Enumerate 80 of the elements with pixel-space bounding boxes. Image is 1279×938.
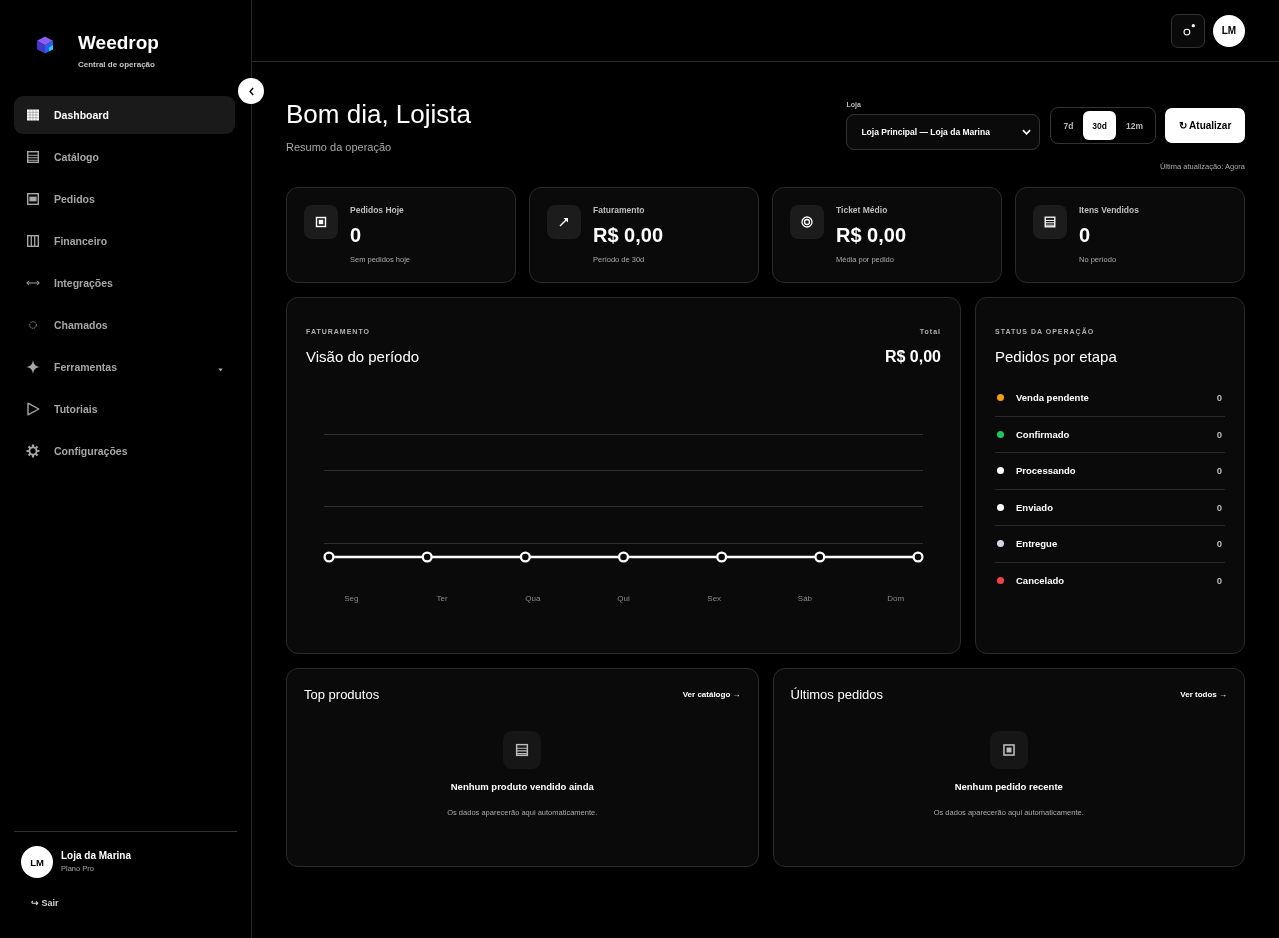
- stage-label: Venda pendente: [1016, 392, 1089, 404]
- caret-icon: [218, 368, 223, 372]
- nav-item[interactable]: Configurações: [14, 432, 235, 470]
- user-name: Loja da Marina: [61, 850, 131, 862]
- stage-count: 0: [1216, 501, 1222, 513]
- nav-item[interactable]: Integrações: [14, 264, 235, 302]
- section-title: Visão do período: [306, 347, 420, 367]
- axis-label: Ter: [435, 594, 449, 604]
- nav-item[interactable]: Ferramentas: [14, 348, 235, 386]
- panel-link[interactable]: Ver todos →: [1180, 689, 1227, 699]
- arrow-up-right-icon: [547, 205, 581, 239]
- stat-label: Faturamento: [593, 205, 645, 216]
- page-subtitle: Resumo da operação: [286, 140, 393, 154]
- stat-label: Ticket Médio: [836, 205, 888, 216]
- stage-count: 0: [1216, 428, 1222, 440]
- grid-icon: [26, 108, 40, 122]
- columns-icon: [26, 234, 40, 248]
- empty-title: Nenhum produto vendido ainda: [450, 781, 594, 793]
- stat-label: Pedidos Hoje: [350, 205, 404, 216]
- square-icon: [989, 731, 1028, 769]
- axis-label: Sáb: [796, 594, 814, 604]
- sparkle-icon: [26, 360, 40, 374]
- list-icon: [26, 150, 40, 164]
- stage-label: Entregue: [1016, 538, 1058, 550]
- list-icon: [503, 731, 542, 769]
- nav-item[interactable]: Tutoriais: [14, 390, 235, 428]
- nav-item[interactable]: Catálogo: [14, 138, 235, 176]
- square-icon: [304, 205, 338, 239]
- avatar[interactable]: LM: [1213, 14, 1245, 47]
- chevron-left-icon: [248, 86, 254, 96]
- stat-value: R$ 0,00: [836, 223, 907, 247]
- stat-value: 0: [1079, 223, 1091, 247]
- panel-title: Últimos pedidos: [790, 686, 883, 702]
- store-select[interactable]: Loja Principal — Loja da Marina: [846, 114, 1041, 150]
- panel-link[interactable]: Ver catálogo →: [682, 689, 741, 699]
- stage-label: Enviado: [1016, 501, 1053, 513]
- refresh-button[interactable]: ↻ Atualizar: [1165, 108, 1245, 143]
- cube-icon: [36, 36, 54, 54]
- period-tab[interactable]: 12m: [1117, 111, 1152, 140]
- logout-link[interactable]: ↪ Sair: [31, 898, 59, 909]
- double-arrow-icon: [26, 280, 40, 286]
- nav-item[interactable]: Dashboard: [14, 96, 235, 134]
- nav-item[interactable]: Pedidos: [14, 180, 235, 218]
- brand-tagline: Central de operação: [78, 60, 155, 70]
- stat-label: Itens Vendidos: [1079, 205, 1139, 216]
- axis-label: Qui: [616, 594, 631, 604]
- list-icon: [1033, 205, 1067, 239]
- nav-item[interactable]: Financeiro: [14, 222, 235, 260]
- settings-icon: [26, 444, 40, 458]
- collapse-button[interactable]: [238, 78, 264, 104]
- stage-count: 0: [1216, 575, 1222, 587]
- square-icon: [26, 192, 40, 206]
- icon-button[interactable]: [1171, 13, 1205, 48]
- axis-label: Sex: [706, 594, 723, 604]
- stage-label: Processando: [1016, 465, 1076, 477]
- stat-value: 0: [350, 223, 362, 247]
- stage-label: Confirmado: [1016, 428, 1070, 440]
- avatar: LM: [21, 846, 53, 878]
- stage-count: 0: [1216, 465, 1222, 477]
- play-icon: [26, 402, 40, 416]
- panel-title: Top produtos: [304, 686, 380, 702]
- section-title: Pedidos por etapa: [995, 347, 1117, 367]
- period-tab[interactable]: 7d: [1054, 111, 1083, 140]
- axis-label: Qua: [524, 594, 542, 604]
- chevron-down-icon: [1022, 129, 1032, 135]
- target-icon: [790, 205, 824, 239]
- stage-count: 0: [1216, 392, 1222, 404]
- empty-title: Nenhum pedido recente: [954, 781, 1063, 793]
- dotted-circle-icon: [29, 321, 37, 329]
- stage-label: Cancelado: [1016, 575, 1065, 587]
- stat-value: R$ 0,00: [593, 223, 664, 247]
- page-title: Bom dia, Lojista: [286, 98, 471, 130]
- total-value: R$ 0,00: [884, 347, 941, 367]
- circle-dot-icon: [1183, 23, 1195, 36]
- axis-label: Dom: [886, 594, 906, 604]
- brand-name: Weedrop: [78, 33, 159, 53]
- period-tab[interactable]: 30d: [1083, 111, 1116, 140]
- axis-label: Seg: [343, 594, 360, 604]
- stage-count: 0: [1216, 538, 1222, 550]
- nav-item[interactable]: Chamados: [14, 306, 235, 344]
